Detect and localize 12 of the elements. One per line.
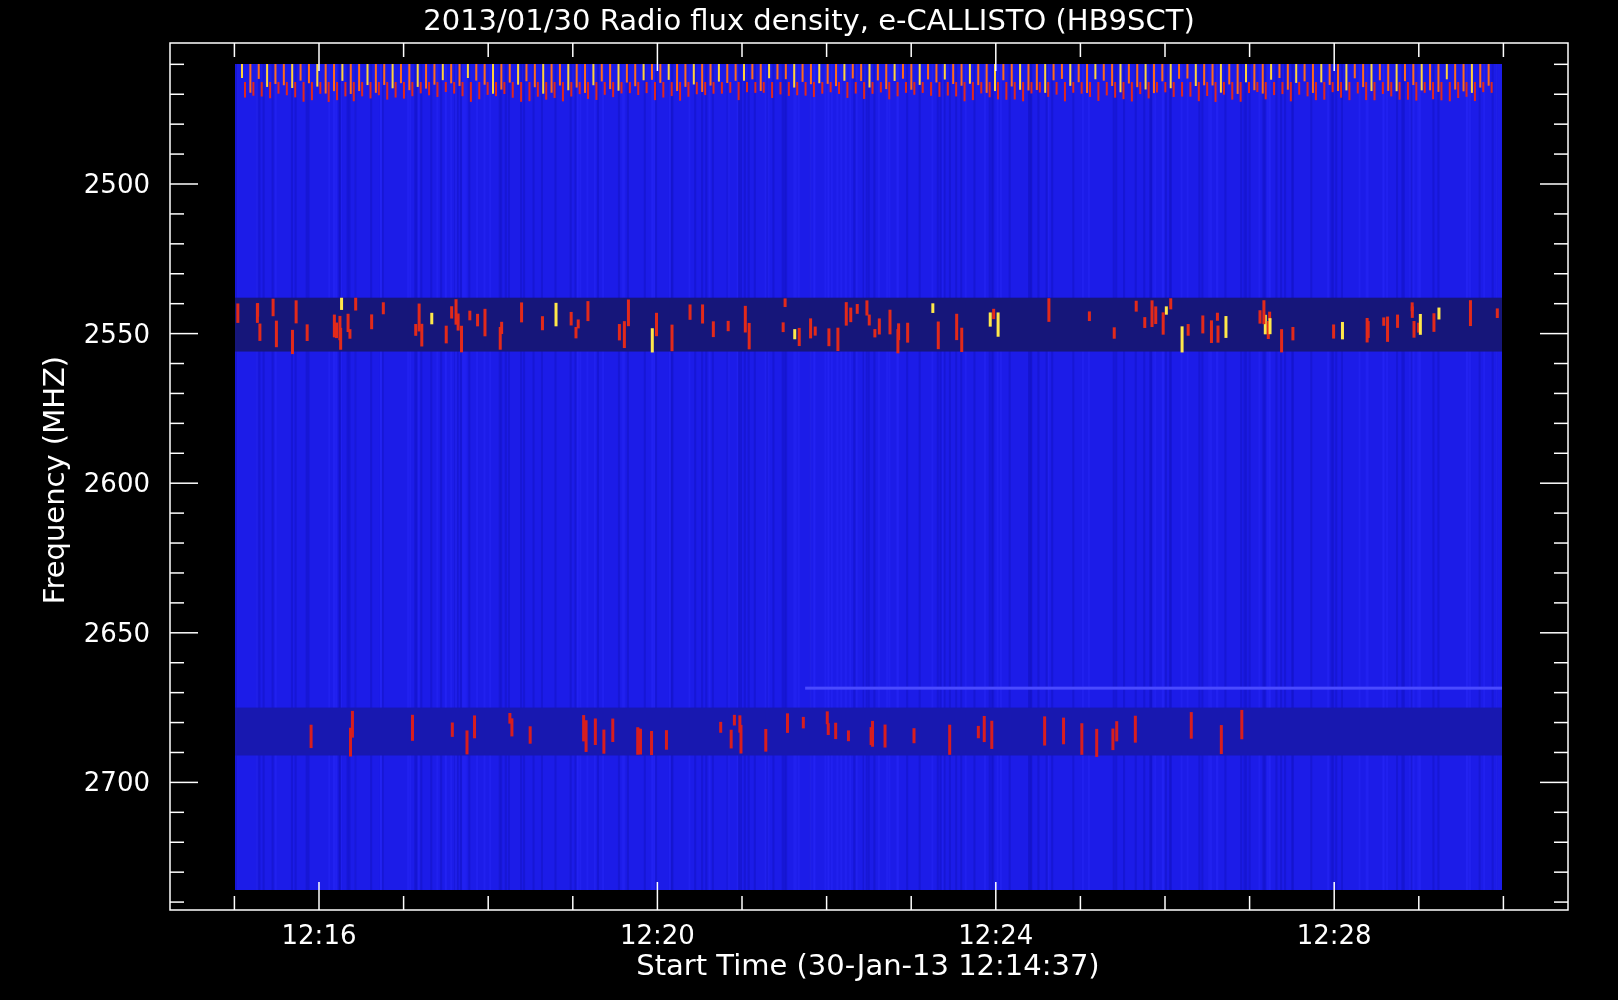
chart-title: 2013/01/30 Radio flux density, e-CALLISTO (HB9SCT) — [423, 3, 1195, 37]
y-tick-label: 2550 — [83, 318, 150, 349]
x-tick-label: 12:24 — [958, 920, 1034, 950]
y-axis-label: Frequency (MHZ) — [37, 355, 71, 605]
y-tick-label: 2700 — [83, 767, 150, 798]
x-tick-label: 12:20 — [619, 920, 695, 950]
y-tick-label: 2650 — [83, 617, 150, 648]
x-tick-label: 12:16 — [281, 920, 357, 950]
x-tick-label: 12:28 — [1296, 920, 1372, 950]
y-tick-label: 2600 — [83, 468, 150, 499]
y-tick-label: 2500 — [83, 169, 150, 199]
x-axis-label: Start Time (30-Jan-13 12:14:37) — [636, 948, 1100, 982]
